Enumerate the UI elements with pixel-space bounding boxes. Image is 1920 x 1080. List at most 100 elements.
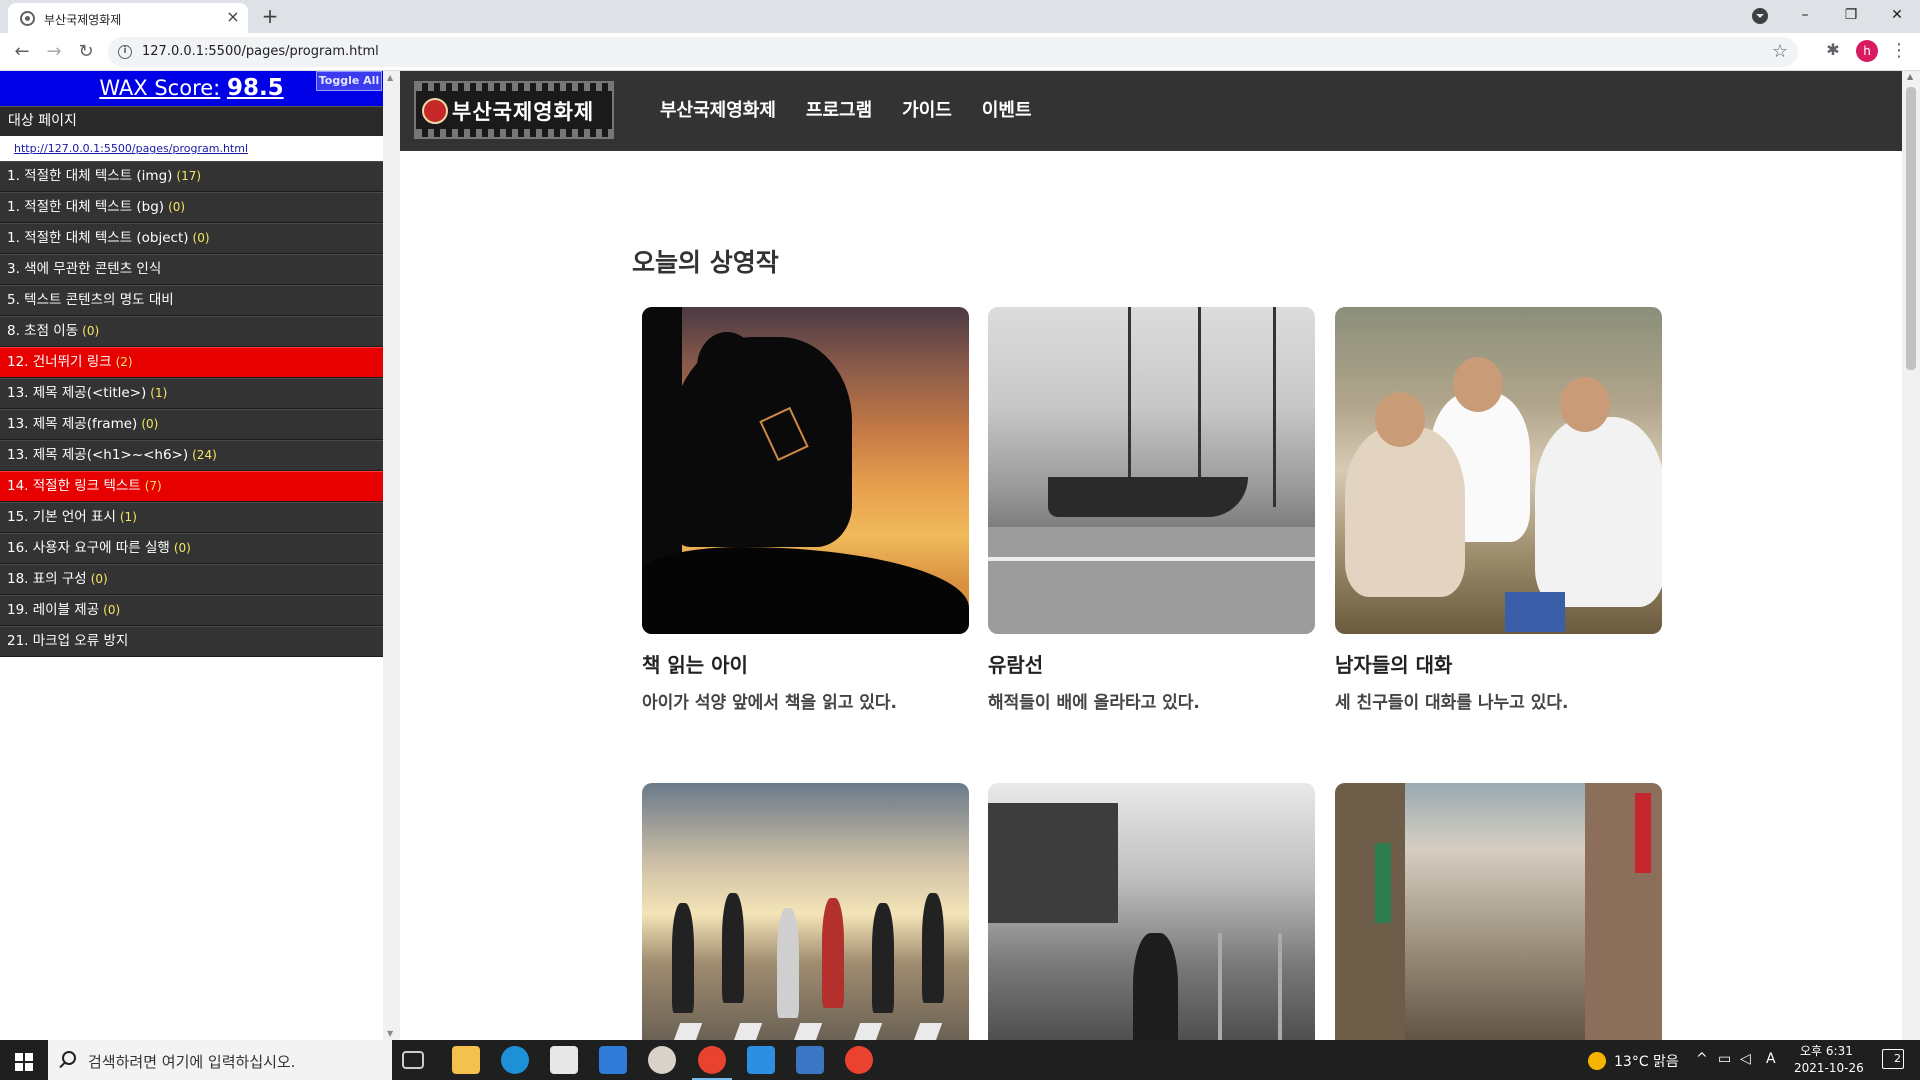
wax-check-label: 19. 레이블 제공 — [7, 602, 100, 618]
clock-time[interactable]: 오후 6:31 — [1800, 1042, 1853, 1059]
wax-check-item[interactable]: 19. 레이블 제공 (0) — [0, 595, 383, 626]
taskbar: 검색하려면 여기에 입력하십시오. 13°C 맑음 ^ ▭ ◁ A 오후 6:3… — [0, 1040, 1920, 1080]
nav-item-guide[interactable]: 가이드 — [902, 71, 952, 151]
avatar[interactable]: h — [1856, 40, 1878, 62]
scroll-down-icon[interactable]: ▼ — [387, 1029, 393, 1038]
star-icon[interactable]: ☆ — [1772, 41, 1788, 62]
info-icon[interactable]: i — [118, 45, 132, 59]
mast — [1273, 307, 1276, 507]
wax-check-label: 5. 텍스트 콘텐츠의 명도 대비 — [7, 292, 174, 308]
new-tab-button[interactable]: + — [258, 5, 282, 29]
pedestrian — [777, 908, 799, 1018]
wax-scrollbar[interactable]: ▲ ▼ — [383, 71, 400, 1040]
person-head — [1560, 377, 1610, 432]
wax-check-item[interactable]: 13. 제목 제공(frame) (0) — [0, 409, 383, 440]
volume-icon[interactable]: ◁ — [1740, 1051, 1751, 1067]
favicon-icon — [20, 11, 35, 26]
sunset-reading-photo[interactable] — [642, 307, 969, 634]
url-text[interactable]: 127.0.0.1:5500/pages/program.html — [142, 44, 379, 59]
movie-card[interactable]: 남자들의 대화 세 친구들이 대화를 나누고 있다. — [1335, 307, 1662, 713]
photos-icon[interactable] — [796, 1046, 824, 1074]
tab-close-button[interactable]: × — [224, 8, 242, 26]
paint-icon[interactable] — [648, 1046, 676, 1074]
scroll-thumb[interactable] — [1906, 87, 1916, 370]
wax-check-item[interactable]: 1. 적절한 대체 텍스트 (img) (17) — [0, 161, 383, 192]
reload-icon[interactable]: ↻ — [74, 40, 98, 64]
ime-indicator[interactable]: A — [1766, 1051, 1776, 1067]
taskbar-search-placeholder[interactable]: 검색하려면 여기에 입력하십시오. — [88, 1051, 296, 1072]
scroll-up-icon[interactable]: ▲ — [1907, 72, 1913, 81]
windows-start-icon[interactable] — [0, 1040, 48, 1080]
wax-check-item[interactable]: 14. 적절한 링크 텍스트 (7) — [0, 471, 383, 502]
wax-check-item[interactable]: 16. 사용자 요구에 따른 실행 (0) — [0, 533, 383, 564]
tab-search-icon[interactable] — [1752, 8, 1768, 24]
vscode-icon[interactable] — [747, 1046, 775, 1074]
city-street-photo[interactable] — [1335, 783, 1662, 1040]
menu-icon[interactable]: ⋮ — [1890, 39, 1908, 63]
child-head-silhouette — [697, 332, 757, 402]
maximize-button[interactable]: ❐ — [1828, 0, 1874, 30]
minimize-button[interactable]: – — [1782, 0, 1828, 30]
close-window-button[interactable]: ✕ — [1874, 0, 1920, 30]
tall-ship-photo[interactable] — [988, 307, 1315, 634]
weather-text[interactable]: 13°C 맑음 — [1614, 1051, 1679, 1071]
taskbar-search[interactable]: 검색하려면 여기에 입력하십시오. — [48, 1040, 392, 1080]
wax-check-label: 16. 사용자 요구에 따른 실행 — [7, 540, 170, 556]
browser-tab[interactable]: 부산국제영화제 × — [8, 3, 248, 33]
shop-sign — [1375, 843, 1391, 923]
movie-card[interactable]: 유람선 해적들이 배에 올라타고 있다. — [988, 307, 1315, 713]
wax-check-item[interactable]: 13. 제목 제공(<title>) (1) — [0, 378, 383, 409]
wax-check-item[interactable]: 1. 적절한 대체 텍스트 (object) (0) — [0, 223, 383, 254]
chrome-icon[interactable] — [845, 1046, 873, 1074]
crosswalk-stripe — [763, 1023, 823, 1040]
address-bar[interactable]: i 127.0.0.1:5500/pages/program.html ☆ — [108, 37, 1798, 67]
chrome-icon[interactable] — [698, 1046, 726, 1074]
wax-target-label: 대상 페이지 — [0, 106, 383, 136]
shorts — [1505, 592, 1565, 632]
crosswalk-crowd-photo[interactable] — [642, 783, 969, 1040]
weather-icon[interactable] — [1588, 1052, 1606, 1070]
card-title: 남자들의 대화 — [1335, 653, 1453, 677]
extensions-icon[interactable]: ✱ — [1824, 41, 1842, 59]
movie-card[interactable] — [1335, 783, 1662, 1040]
mail-icon[interactable] — [599, 1046, 627, 1074]
notification-icon[interactable]: 2 — [1882, 1049, 1904, 1069]
edge-icon[interactable] — [501, 1046, 529, 1074]
wax-check-item[interactable]: 1. 적절한 대체 텍스트 (bg) (0) — [0, 192, 383, 223]
toggle-all-button[interactable]: Toggle All — [316, 71, 382, 91]
wax-check-count: (7) — [144, 479, 162, 493]
scroll-up-icon[interactable]: ▲ — [387, 73, 393, 82]
railway-musician-photo[interactable] — [988, 783, 1315, 1040]
forward-icon[interactable]: → — [42, 40, 66, 64]
page-scrollbar[interactable]: ▲ — [1902, 71, 1920, 1040]
wax-check-label: 21. 마크업 오류 방지 — [7, 633, 129, 649]
wax-check-item[interactable]: 5. 텍스트 콘텐츠의 명도 대비 — [0, 285, 383, 316]
wax-check-item[interactable]: 21. 마크업 오류 방지 — [0, 626, 383, 657]
task-view-icon[interactable] — [402, 1051, 424, 1069]
wax-check-item[interactable]: 3. 색에 무관한 콘텐츠 인식 — [0, 254, 383, 285]
network-icon[interactable]: ▭ — [1718, 1051, 1731, 1067]
section-title: 오늘의 상영작 — [632, 248, 779, 277]
back-icon[interactable]: ← — [10, 40, 34, 64]
store-icon[interactable] — [550, 1046, 578, 1074]
wax-check-item[interactable]: 15. 기본 언어 표시 (1) — [0, 502, 383, 533]
wax-target-url[interactable]: http://127.0.0.1:5500/pages/program.html — [0, 136, 383, 161]
site-logo[interactable]: 부산국제영화제 — [414, 81, 614, 139]
wax-check-item[interactable]: 18. 표의 구성 (0) — [0, 564, 383, 595]
nav-item-event[interactable]: 이벤트 — [982, 71, 1032, 151]
nav-item-program[interactable]: 프로그램 — [806, 71, 872, 151]
clock-date[interactable]: 2021-10-26 — [1794, 1061, 1864, 1075]
movie-card[interactable] — [988, 783, 1315, 1040]
movie-card[interactable]: 책 읽는 아이 아이가 석양 앞에서 책을 읽고 있다. — [642, 307, 969, 713]
card-title: 유람선 — [988, 653, 1044, 677]
chevron-up-icon[interactable]: ^ — [1696, 1051, 1708, 1067]
movie-card[interactable] — [642, 783, 969, 1040]
site-nav: 부산국제영화제 프로그램 가이드 이벤트 — [660, 71, 1032, 151]
wax-check-item[interactable]: 8. 초점 이동 (0) — [0, 316, 383, 347]
wax-check-item[interactable]: 13. 제목 제공(<h1>~<h6>) (24) — [0, 440, 383, 471]
wax-check-item[interactable]: 12. 건너뛰기 링크 (2) — [0, 347, 383, 378]
men-chatting-photo[interactable] — [1335, 307, 1662, 634]
nav-item-biff[interactable]: 부산국제영화제 — [660, 71, 776, 151]
file-explorer-icon[interactable] — [452, 1046, 480, 1074]
card-description: 해적들이 배에 올라타고 있다. — [988, 693, 1200, 713]
